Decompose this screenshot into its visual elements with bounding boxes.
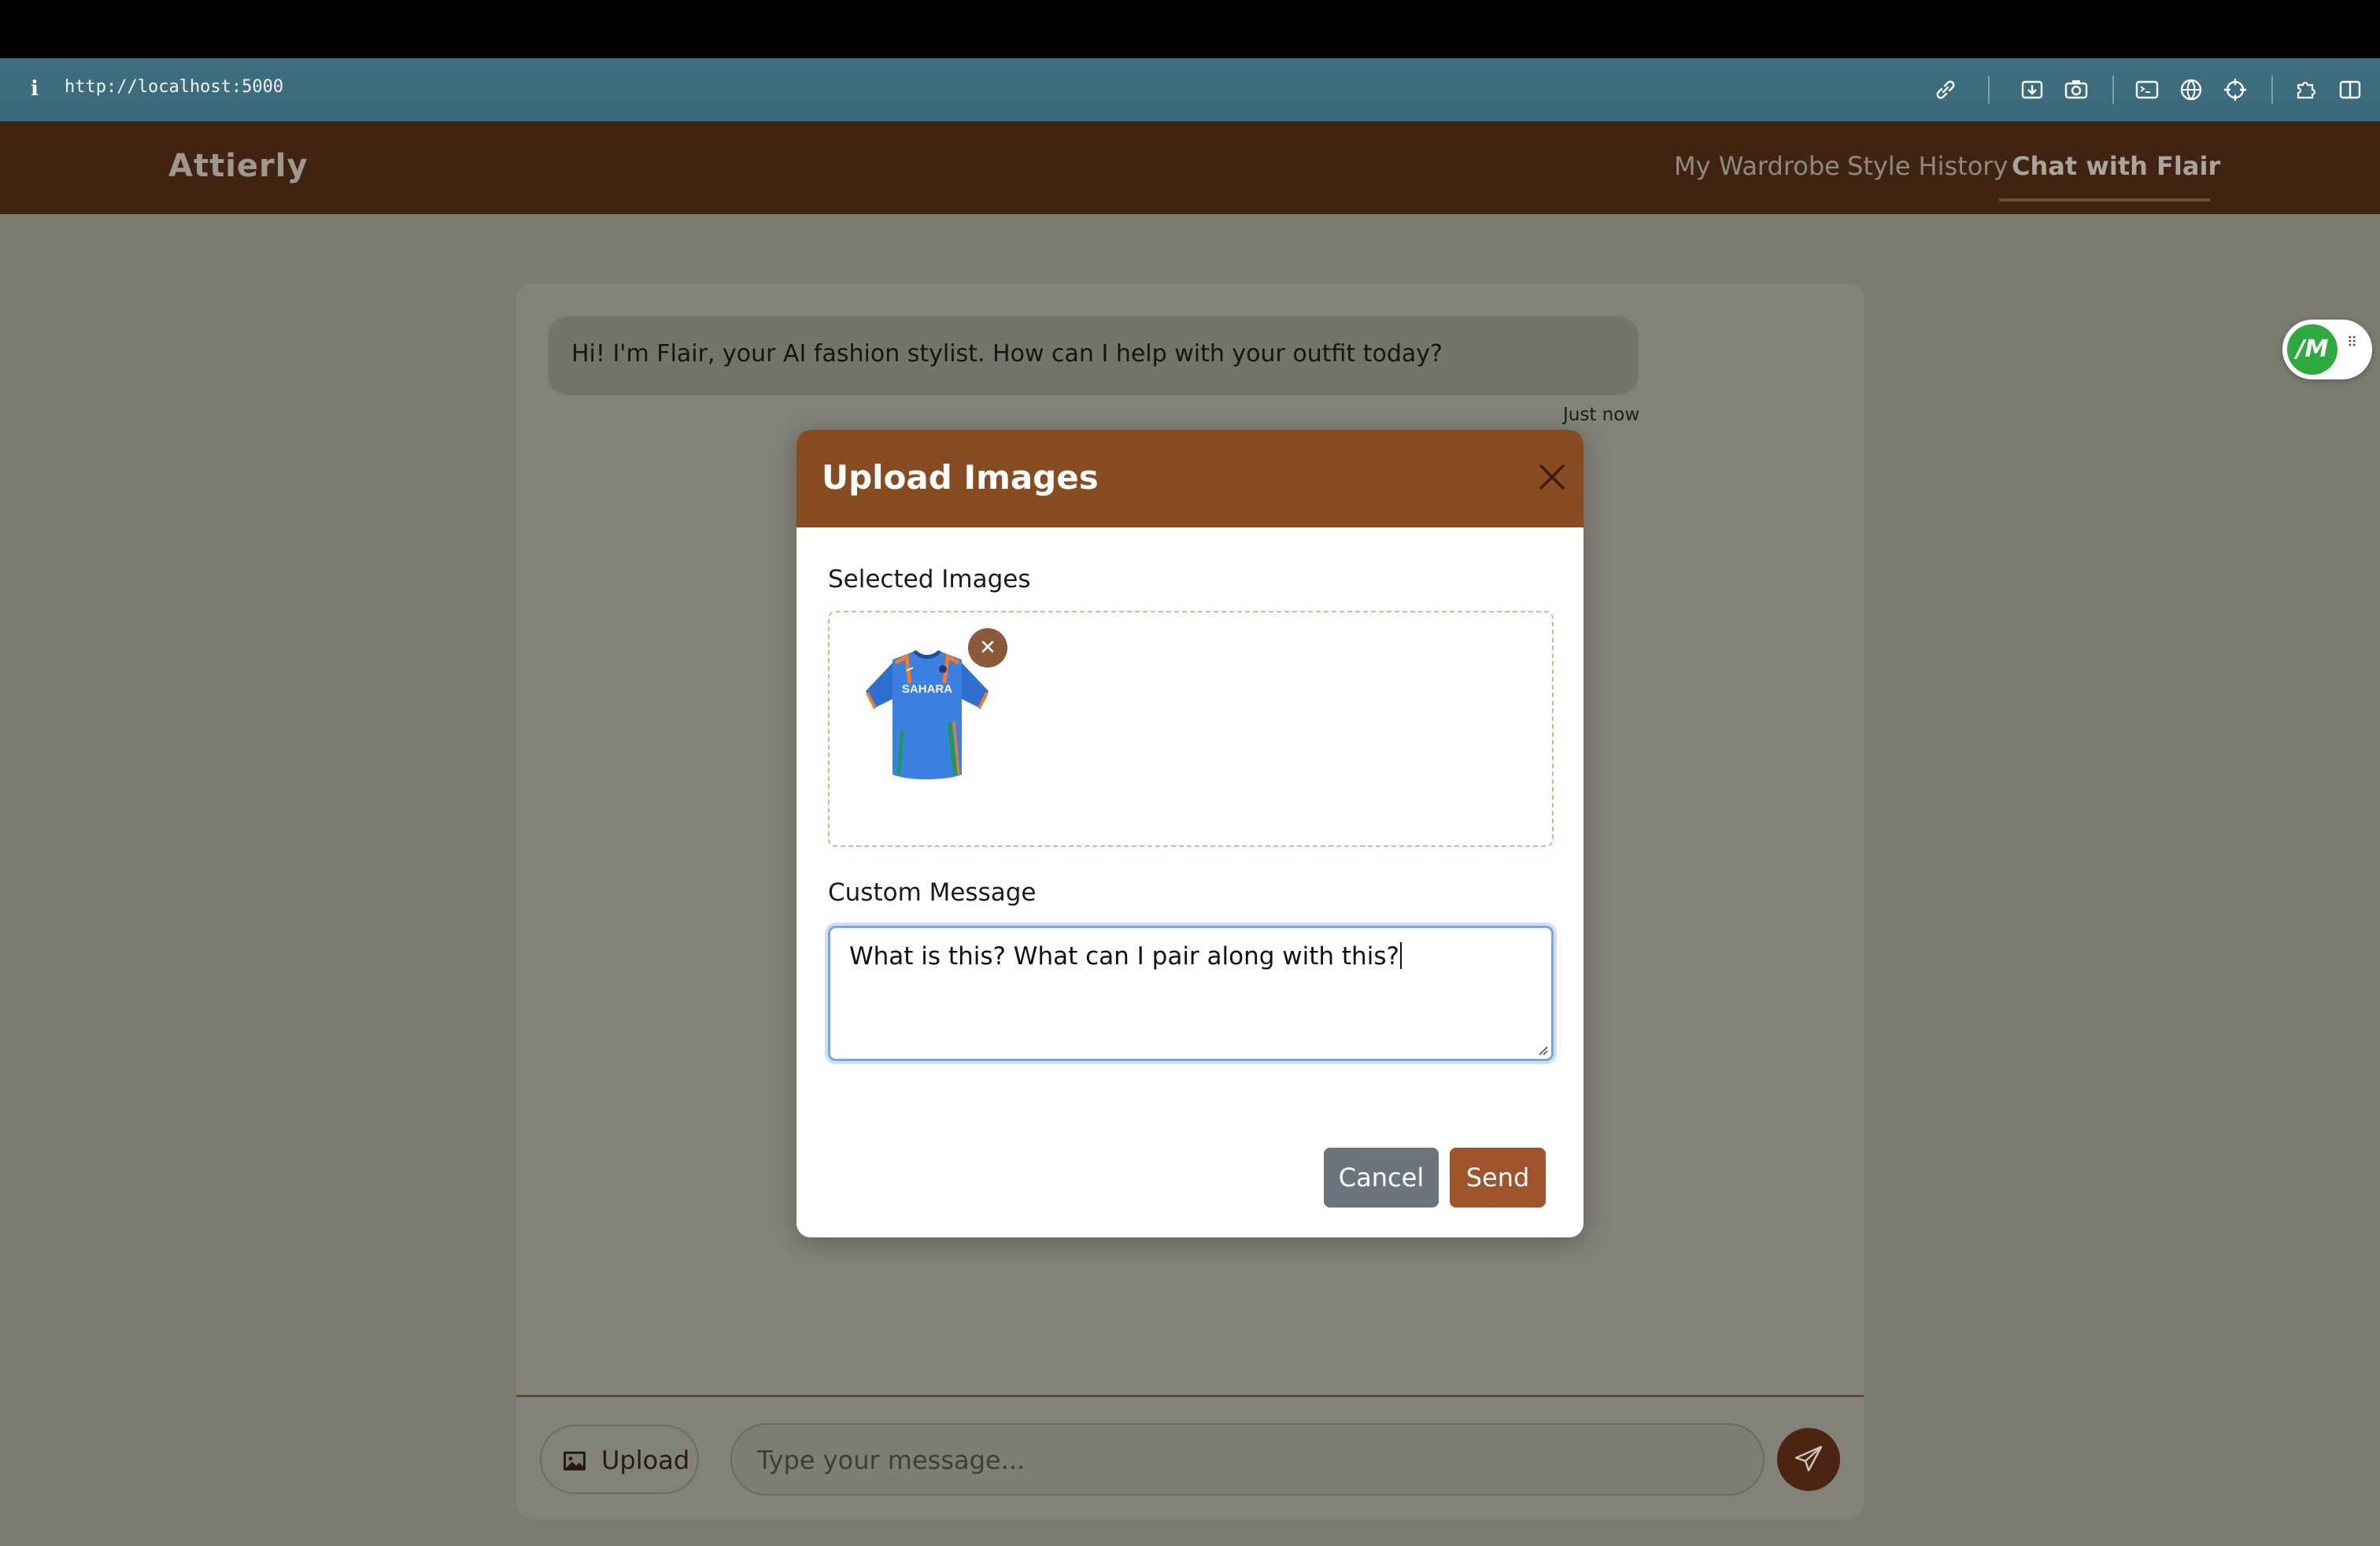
extension-widget[interactable]: /M ⠿ [2282, 320, 2372, 379]
custom-message-value: What is this? What can I pair along with… [849, 942, 1402, 971]
modal-header: Upload Images [796, 430, 1584, 527]
message-timestamp: Just now [1563, 405, 1640, 425]
extensions-icon[interactable] [2292, 76, 2320, 104]
drag-handle-icon[interactable]: ⠿ [2347, 336, 2360, 359]
upload-images-modal: Upload Images Selected Images SAHARA ✕ C… [796, 430, 1584, 1237]
text-caret [1399, 942, 1402, 969]
selected-images-label: Selected Images [828, 565, 1031, 594]
brand-logo[interactable]: Attierly [168, 148, 309, 184]
message-input-placeholder: Type your message... [757, 1445, 1026, 1475]
toolbar-divider [2271, 76, 2273, 104]
info-icon[interactable]: i [25, 77, 44, 102]
globe-icon[interactable] [2177, 76, 2205, 104]
upload-button[interactable]: Upload [540, 1425, 699, 1494]
send-message-button[interactable] [1777, 1428, 1840, 1491]
link-icon[interactable] [1931, 76, 1960, 104]
crosshair-icon[interactable] [2221, 76, 2249, 104]
url-text[interactable]: http://localhost:5000 [65, 77, 283, 97]
os-top-bar [0, 0, 2380, 58]
bot-message-text: Hi! I'm Flair, your AI fashion stylist. … [571, 340, 1443, 368]
jersey-sponsor-text: SAHARA [902, 682, 952, 696]
nav-chat-with-flair[interactable]: Chat with Flair [2012, 151, 2220, 181]
close-icon[interactable] [1536, 461, 1568, 493]
cancel-button[interactable]: Cancel [1324, 1148, 1439, 1208]
chat-input-divider [516, 1395, 1864, 1397]
terminal-icon[interactable] [2133, 76, 2161, 104]
nav-my-wardrobe[interactable]: My Wardrobe [1674, 151, 1840, 181]
upload-button-label: Upload [601, 1445, 690, 1475]
image-icon [564, 1452, 586, 1470]
camera-icon[interactable] [2062, 76, 2090, 104]
extension-logo-icon[interactable]: /M [2287, 324, 2338, 375]
app-header: Attierly My Wardrobe Style History Chat … [0, 121, 2380, 214]
custom-message-textarea[interactable]: What is this? What can I pair along with… [828, 926, 1554, 1061]
paper-plane-icon [1794, 1445, 1823, 1472]
custom-message-label: Custom Message [828, 878, 1037, 907]
toolbar-divider [1988, 76, 1990, 104]
modal-title: Upload Images [822, 458, 1099, 497]
remove-image-icon[interactable]: ✕ [968, 628, 1007, 668]
custom-message-text: What is this? What can I pair along with… [849, 942, 1399, 971]
message-input[interactable]: Type your message... [730, 1423, 1765, 1496]
split-view-icon[interactable] [2336, 76, 2364, 104]
nav-style-history[interactable]: Style History [1847, 151, 2008, 181]
selected-images-dropzone[interactable]: SAHARA ✕ [828, 611, 1554, 847]
resize-handle-icon[interactable] [1536, 1043, 1548, 1056]
active-nav-indicator [1999, 198, 2210, 202]
bot-message-bubble: Hi! I'm Flair, your AI fashion stylist. … [548, 316, 1639, 395]
send-button[interactable]: Send [1450, 1148, 1546, 1208]
browser-address-bar: i http://localhost:5000 [0, 58, 2380, 121]
download-icon[interactable] [2018, 76, 2046, 104]
toolbar-divider [2112, 76, 2114, 104]
